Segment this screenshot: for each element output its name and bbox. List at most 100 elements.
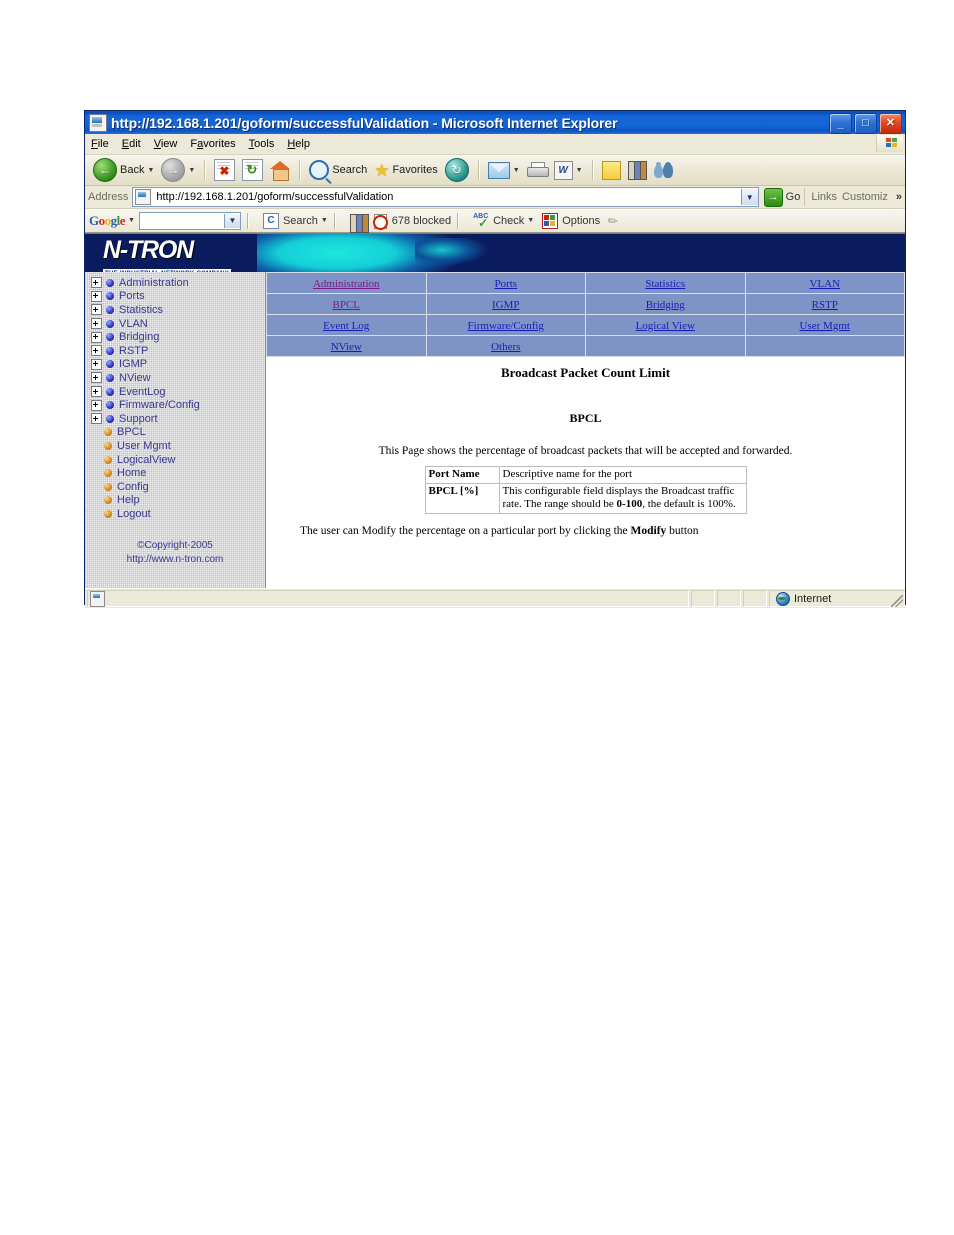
nav-link-bridging[interactable]: Bridging xyxy=(646,299,685,311)
sidebar-item-rstp[interactable]: RSTP xyxy=(91,344,265,358)
nav-link-rstp[interactable]: RSTP xyxy=(812,299,838,311)
sidebar-item-help[interactable]: Help xyxy=(91,494,265,508)
nav-link-user-mgmt[interactable]: User Mgmt xyxy=(800,320,850,332)
nav-cell: Event Log xyxy=(266,314,427,336)
edit-dropdown-icon[interactable]: ▼ xyxy=(576,167,583,174)
orange-bullet-icon xyxy=(104,496,112,505)
forward-button[interactable]: → ▼ xyxy=(158,158,198,182)
expand-plus-icon[interactable] xyxy=(91,345,102,357)
research-button[interactable] xyxy=(625,158,650,182)
expand-plus-icon[interactable] xyxy=(91,290,102,302)
sidebar-item-igmp[interactable]: IGMP xyxy=(91,358,265,372)
history-button[interactable]: ↻ xyxy=(442,158,472,182)
check-caret-icon[interactable]: ▼ xyxy=(527,217,534,224)
nav-cell: Administration xyxy=(266,272,427,294)
minimize-button[interactable]: _ xyxy=(829,113,852,134)
expand-plus-icon[interactable] xyxy=(91,358,102,370)
sidebar-item-config[interactable]: Config xyxy=(91,480,265,494)
back-dropdown-icon[interactable]: ▼ xyxy=(147,167,154,174)
nav-link-administration[interactable]: Administration xyxy=(313,278,380,290)
nav-link-nview[interactable]: NView xyxy=(331,341,362,353)
nav-link-ports[interactable]: Ports xyxy=(494,278,517,290)
sidebar-item-logout[interactable]: Logout xyxy=(91,507,265,521)
nav-link-others[interactable]: Others xyxy=(491,341,520,353)
menu-item-file[interactable]: File xyxy=(91,138,109,150)
nav-link-event-log[interactable]: Event Log xyxy=(323,320,369,332)
nav-link-vlan[interactable]: VLAN xyxy=(809,278,840,290)
messenger-button[interactable] xyxy=(651,158,677,182)
address-dropdown-icon[interactable]: ▼ xyxy=(740,189,758,205)
address-field[interactable]: ▼ xyxy=(132,187,759,207)
home-button[interactable] xyxy=(267,158,293,182)
google-check-button[interactable]: ABC ✓ Check ▼ xyxy=(473,213,534,229)
sidebar-item-user-mgmt[interactable]: User Mgmt xyxy=(91,439,265,453)
sidebar-item-support[interactable]: Support xyxy=(91,412,265,426)
nav-link-grid: Administration Ports Statistics VLAN BPCL IGM… xyxy=(266,272,905,357)
google-search-button[interactable]: C Search ▼ xyxy=(262,212,328,229)
stop-button[interactable]: ✖ xyxy=(211,158,238,182)
edit-button[interactable]: W ▼ xyxy=(551,158,586,182)
maximize-button[interactable]: □ xyxy=(854,113,877,134)
expand-plus-icon[interactable] xyxy=(91,304,102,316)
customize-link-label[interactable]: Customiz xyxy=(842,191,888,203)
search-button[interactable]: Search xyxy=(306,158,370,182)
print-button[interactable] xyxy=(524,158,550,182)
refresh-button[interactable]: ↻ xyxy=(239,158,266,182)
website-link[interactable]: http://www.n-tron.com xyxy=(85,553,265,567)
nav-link-bpcl[interactable]: BPCL xyxy=(332,299,360,311)
windows-flag-button[interactable] xyxy=(876,135,903,152)
menu-item-view[interactable]: View xyxy=(154,138,178,150)
menu-item-tools[interactable]: Tools xyxy=(249,138,275,150)
google-search-field[interactable]: ▼ xyxy=(138,211,241,230)
sidebar-item-home[interactable]: Home xyxy=(91,466,265,480)
expand-plus-icon[interactable] xyxy=(91,413,102,425)
menu-item-help[interactable]: Help xyxy=(287,138,310,150)
forward-dropdown-icon[interactable]: ▼ xyxy=(188,167,195,174)
menu-item-edit[interactable]: Edit xyxy=(122,138,141,150)
address-input[interactable] xyxy=(154,189,741,205)
google-popup-toggle[interactable] xyxy=(349,213,369,233)
expand-plus-icon[interactable] xyxy=(91,386,102,398)
sidebar-item-firmware-config[interactable]: Firmware/Config xyxy=(91,398,265,412)
google-search-dropdown-icon[interactable]: ▼ xyxy=(223,213,240,228)
autofill-pencil-icon[interactable]: ✎ xyxy=(605,212,622,229)
sidebar-item-logicalview[interactable]: LogicalView xyxy=(91,453,265,467)
expand-plus-icon[interactable] xyxy=(91,399,102,411)
expand-plus-icon[interactable] xyxy=(91,277,102,289)
nav-link-igmp[interactable]: IGMP xyxy=(492,299,520,311)
resize-grip[interactable] xyxy=(891,595,903,607)
sidebar-item-nview[interactable]: NView xyxy=(91,371,265,385)
links-overflow-icon[interactable]: » xyxy=(896,191,902,203)
nav-link-statistics[interactable]: Statistics xyxy=(645,278,685,290)
back-button[interactable]: ← Back ▼ xyxy=(90,158,157,182)
sidebar-item-label: LogicalView xyxy=(117,453,176,466)
expand-plus-icon[interactable] xyxy=(91,318,102,330)
close-button[interactable]: ✕ xyxy=(879,113,902,134)
sidebar-item-ports[interactable]: Ports xyxy=(91,290,265,304)
sidebar-item-bpcl[interactable]: BPCL xyxy=(91,426,265,440)
sidebar-item-statistics[interactable]: Statistics xyxy=(91,303,265,317)
expand-plus-icon[interactable] xyxy=(91,331,102,343)
menu-item-favorites[interactable]: Favorites xyxy=(190,138,235,150)
go-button[interactable]: → Go xyxy=(763,187,800,207)
nav-link-logical-view[interactable]: Logical View xyxy=(636,320,695,332)
google-options-button[interactable]: Options xyxy=(542,212,600,229)
security-zone-cell[interactable]: Internet xyxy=(769,590,905,607)
sidebar-item-eventlog[interactable]: EventLog xyxy=(91,385,265,399)
favorites-button[interactable]: ★ Favorites xyxy=(371,158,441,182)
google-logo-dropdown-icon[interactable]: ▼ xyxy=(128,217,135,224)
status-cell-3 xyxy=(743,590,767,607)
google-search-input[interactable] xyxy=(139,213,224,228)
check-label: Check xyxy=(493,214,525,227)
sidebar-item-bridging[interactable]: Bridging xyxy=(91,330,265,344)
expand-plus-icon[interactable] xyxy=(91,372,102,384)
mail-button[interactable]: ▼ xyxy=(485,158,523,182)
nav-link-grid-body: Administration Ports Statistics VLAN BPCL IGM… xyxy=(266,272,905,357)
sidebar-item-vlan[interactable]: VLAN xyxy=(91,317,265,331)
sidebar-item-administration[interactable]: Administration xyxy=(91,276,265,290)
google-blocked-counter[interactable]: 678 blocked xyxy=(372,213,451,230)
nav-link-firmware-config[interactable]: Firmware/Config xyxy=(468,320,544,332)
mail-dropdown-icon[interactable]: ▼ xyxy=(513,167,520,174)
notes-button[interactable] xyxy=(599,158,624,182)
google-search-caret-icon[interactable]: ▼ xyxy=(321,217,328,224)
